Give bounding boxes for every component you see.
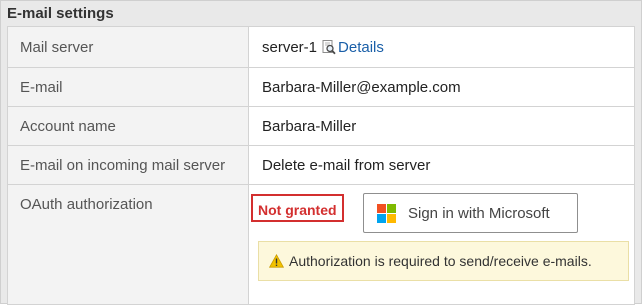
details-link[interactable]: Details xyxy=(338,39,384,56)
table-row-oauth: OAuth authorization Not granted Sign in … xyxy=(7,184,635,305)
account-name-value: Barbara-Miller xyxy=(248,106,635,146)
oauth-cell: Not granted Sign in with Microsoft Autho… xyxy=(248,184,635,305)
sign-in-button-label: Sign in with Microsoft xyxy=(408,205,550,222)
sign-in-microsoft-button[interactable]: Sign in with Microsoft xyxy=(363,193,578,233)
incoming-mail-value: Delete e-mail from server xyxy=(248,145,635,185)
email-value: Barbara-Miller@example.com xyxy=(248,67,635,107)
mail-server-value: server-1 xyxy=(262,38,318,56)
warning-triangle-icon xyxy=(268,253,285,268)
section-title: E-mail settings xyxy=(7,5,114,22)
table-row-mail-server: Mail server server-1 Details xyxy=(7,26,635,68)
table-row-incoming-mail: E-mail on incoming mail server Delete e-… xyxy=(7,145,635,185)
mail-server-label: Mail server xyxy=(7,26,249,68)
email-settings-panel: E-mail settings Mail server server-1 Det… xyxy=(0,0,642,305)
details-magnifier-icon[interactable] xyxy=(322,39,336,55)
table-row-email: E-mail Barbara-Miller@example.com xyxy=(7,67,635,107)
oauth-status-badge: Not granted xyxy=(251,194,344,222)
email-label: E-mail xyxy=(7,67,249,107)
microsoft-logo-icon xyxy=(377,204,396,223)
table-row-account-name: Account name Barbara-Miller xyxy=(7,106,635,146)
authorization-warning: Authorization is required to send/receiv… xyxy=(258,241,629,281)
warning-text: Authorization is required to send/receiv… xyxy=(289,253,592,269)
mail-server-cell: server-1 Details xyxy=(248,26,635,68)
account-name-label: Account name xyxy=(7,106,249,146)
oauth-label: OAuth authorization xyxy=(7,184,249,305)
incoming-mail-label: E-mail on incoming mail server xyxy=(7,145,249,185)
settings-table: Mail server server-1 Details E-mail Barb… xyxy=(7,26,635,305)
